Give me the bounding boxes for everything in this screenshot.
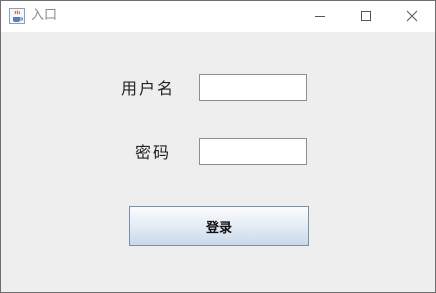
password-field[interactable]	[199, 138, 307, 165]
title-bar[interactable]: 入口	[1, 1, 435, 32]
password-label: 密码	[135, 143, 172, 162]
username-field[interactable]	[199, 74, 307, 101]
close-button[interactable]	[389, 1, 435, 32]
java-cup-icon	[9, 8, 25, 24]
close-icon	[406, 7, 418, 26]
login-window: 入口 用户名 密码 登录	[0, 0, 436, 293]
maximize-button[interactable]	[343, 1, 389, 32]
window-title: 入口	[31, 8, 58, 23]
login-button[interactable]: 登录	[129, 206, 309, 246]
maximize-icon	[360, 7, 372, 26]
minimize-icon	[314, 7, 326, 26]
form-panel: 用户名 密码 登录	[1, 32, 435, 292]
login-button-label: 登录	[205, 220, 232, 236]
minimize-button[interactable]	[297, 1, 343, 32]
username-label: 用户名	[121, 79, 176, 98]
